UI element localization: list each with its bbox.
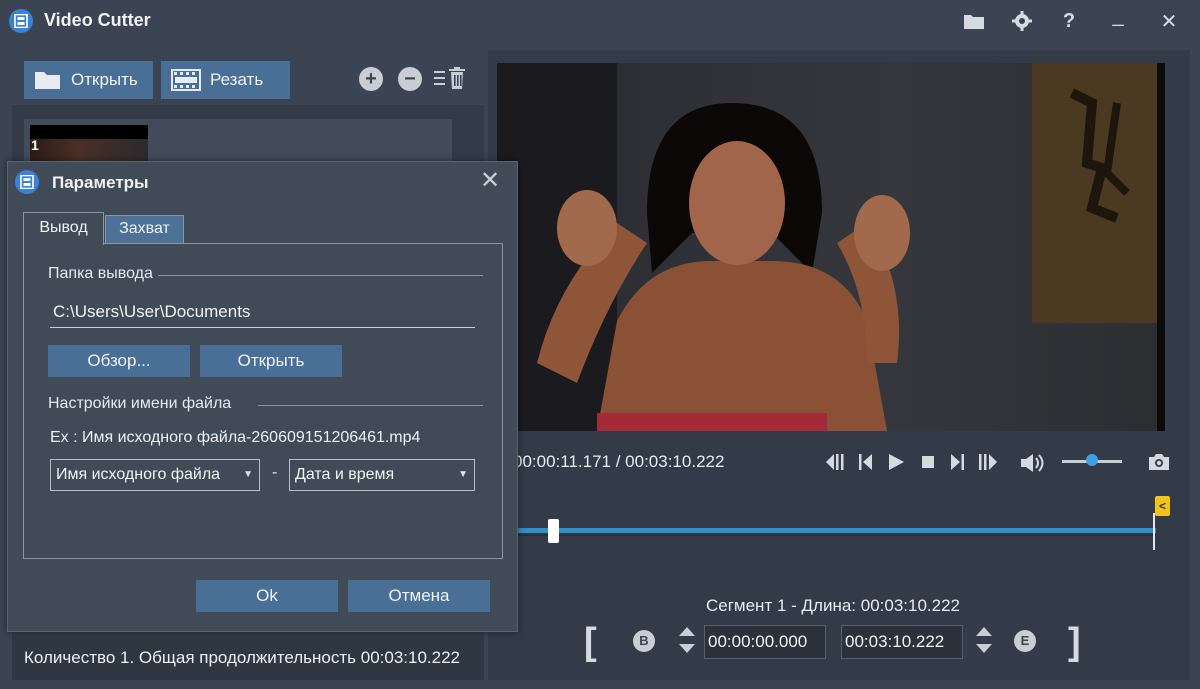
status-text: Количество 1. Общая продолжительность 00… bbox=[24, 648, 461, 667]
next-frame-icon[interactable] bbox=[947, 452, 967, 477]
start-handle[interactable] bbox=[548, 519, 559, 543]
step-forward-icon[interactable] bbox=[977, 452, 1001, 477]
end-spinner[interactable] bbox=[974, 625, 994, 655]
plus-circle-icon[interactable]: + bbox=[359, 67, 383, 91]
minus-circle-icon[interactable]: − bbox=[398, 67, 422, 91]
name-part1-select[interactable]: Имя исходного файла ▼ bbox=[50, 459, 260, 491]
volume-icon[interactable] bbox=[1020, 452, 1046, 479]
status-bar: Количество 1. Общая продолжительность 00… bbox=[12, 636, 484, 680]
tab-capture[interactable]: Захват bbox=[105, 215, 184, 244]
video-thumbnail bbox=[30, 139, 148, 163]
dialog-logo-icon bbox=[15, 170, 39, 194]
help-button[interactable]: ? bbox=[1056, 8, 1082, 34]
app-logo-icon bbox=[9, 9, 33, 33]
dialog-close-button[interactable]: ✕ bbox=[478, 168, 502, 194]
folder-icon[interactable] bbox=[961, 8, 987, 34]
video-frame-image bbox=[497, 63, 1165, 431]
close-button[interactable]: ✕ bbox=[1156, 8, 1182, 34]
filename-settings-label: Настройки имени файла bbox=[48, 395, 236, 413]
start-time-field[interactable]: 00:00:00.000 bbox=[704, 625, 826, 659]
filename-settings-divider bbox=[258, 405, 483, 406]
open-button[interactable]: Открыть bbox=[24, 61, 153, 99]
app-title: Video Cutter bbox=[44, 10, 151, 30]
video-preview[interactable] bbox=[497, 63, 1165, 431]
go-to-end-button[interactable]: E bbox=[1014, 630, 1036, 652]
open-button-label: Открыть bbox=[71, 70, 138, 89]
previous-frame-icon[interactable] bbox=[856, 452, 876, 477]
file-list-item[interactable]: 1 bbox=[24, 119, 452, 163]
play-icon[interactable] bbox=[886, 452, 906, 477]
output-folder-label: Папка вывода bbox=[48, 265, 157, 283]
name-part2-value: Дата и время bbox=[295, 466, 395, 483]
step-back-icon[interactable] bbox=[824, 452, 848, 477]
name-separator: - bbox=[272, 464, 278, 481]
cut-button-label: Резать bbox=[210, 70, 264, 89]
open-folder-button[interactable]: Открыть bbox=[200, 345, 342, 377]
folder-open-icon bbox=[35, 72, 60, 89]
chevron-down-icon: ▼ bbox=[458, 469, 468, 480]
browse-button[interactable]: Обзор... bbox=[48, 345, 190, 377]
settings-dialog: Параметры ✕ Вывод Захват Папка вывода C:… bbox=[7, 161, 518, 632]
set-start-bracket-button[interactable]: [ bbox=[584, 621, 597, 664]
name-part1-value: Имя исходного файла bbox=[56, 466, 221, 483]
stop-icon[interactable] bbox=[918, 452, 938, 477]
output-folder-input[interactable]: C:\Users\User\Documents bbox=[50, 296, 475, 328]
timeline-track[interactable] bbox=[516, 528, 1156, 533]
chevron-down-icon: ▼ bbox=[243, 469, 253, 480]
thumbnail-title-bar bbox=[30, 125, 148, 139]
gear-icon[interactable] bbox=[1009, 8, 1035, 34]
film-icon bbox=[171, 69, 201, 91]
go-to-begin-button[interactable]: B bbox=[633, 630, 655, 652]
end-time-field[interactable]: 00:03:10.222 bbox=[841, 625, 963, 659]
ok-button[interactable]: Ok bbox=[196, 580, 338, 612]
timeline-shadow bbox=[516, 534, 1156, 536]
filename-example: Ex : Имя исходного файла-260609151206461… bbox=[50, 429, 421, 446]
camera-icon[interactable] bbox=[1147, 452, 1171, 477]
playback-time: 00:00:11.171 / 00:03:10.222 bbox=[513, 452, 725, 471]
list-trash-icon[interactable] bbox=[434, 67, 468, 96]
minimize-button[interactable]: _ bbox=[1105, 3, 1131, 29]
player-panel: 00:00:11.171 / 00:03:10.222 < Сегмент 1 … bbox=[488, 50, 1190, 680]
tab-output[interactable]: Вывод bbox=[23, 212, 104, 245]
end-marker-flag[interactable]: < bbox=[1155, 496, 1170, 516]
segment-length-label: Сегмент 1 - Длина: 00:03:10.222 bbox=[705, 596, 960, 615]
start-spinner[interactable] bbox=[677, 625, 697, 655]
name-part2-select[interactable]: Дата и время ▼ bbox=[289, 459, 475, 491]
file-index: 1 bbox=[31, 137, 39, 153]
cancel-button[interactable]: Отмена bbox=[348, 580, 490, 612]
volume-slider-knob[interactable] bbox=[1086, 454, 1098, 466]
cut-button[interactable]: Резать bbox=[161, 61, 290, 99]
end-marker-line bbox=[1153, 513, 1155, 550]
file-toolbar: Открыть Резать + − bbox=[12, 50, 484, 105]
title-bar: Video Cutter ? _ ✕ bbox=[0, 0, 1200, 42]
set-end-bracket-button[interactable]: ] bbox=[1068, 621, 1081, 664]
dialog-title: Параметры bbox=[52, 173, 149, 192]
output-folder-divider bbox=[158, 275, 483, 276]
